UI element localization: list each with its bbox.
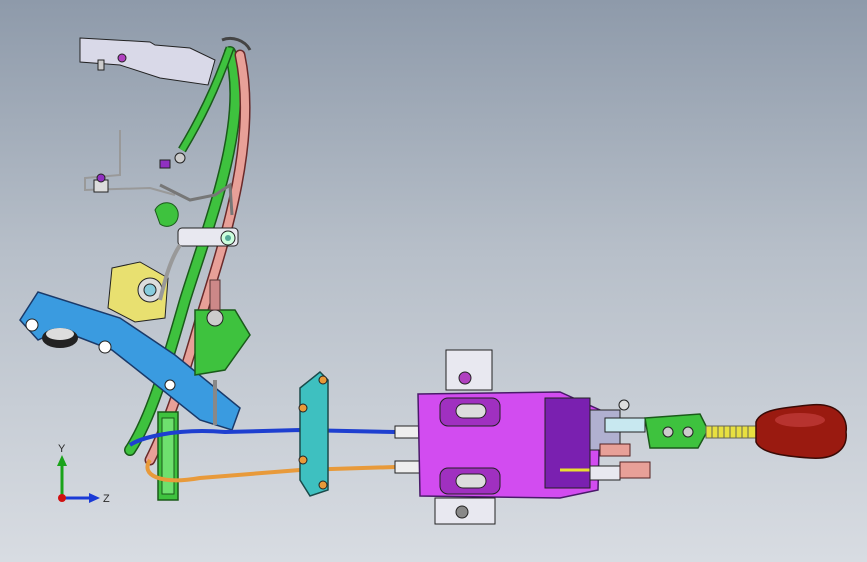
top-mounting-bracket [79,37,216,86]
cad-viewport[interactable]: Y Z [0,0,867,562]
gear-shifter-assembly-model[interactable]: Y Z [0,0,867,562]
shift-knob[interactable] [755,404,848,459]
z-axis-label: Z [103,493,110,505]
shifter-housing [417,349,601,525]
threaded-shift-rod [705,425,759,439]
green-lever-connector [644,413,709,449]
y-axis-label: Y [58,443,66,455]
green-cable-bracket [157,411,179,501]
x-axis-point [58,494,66,502]
coordinate-triad: Y Z [57,443,110,505]
yellow-bracket-block [107,243,182,323]
bulkhead-grommet-plate [298,370,329,497]
select-cable-orange [145,458,396,483]
